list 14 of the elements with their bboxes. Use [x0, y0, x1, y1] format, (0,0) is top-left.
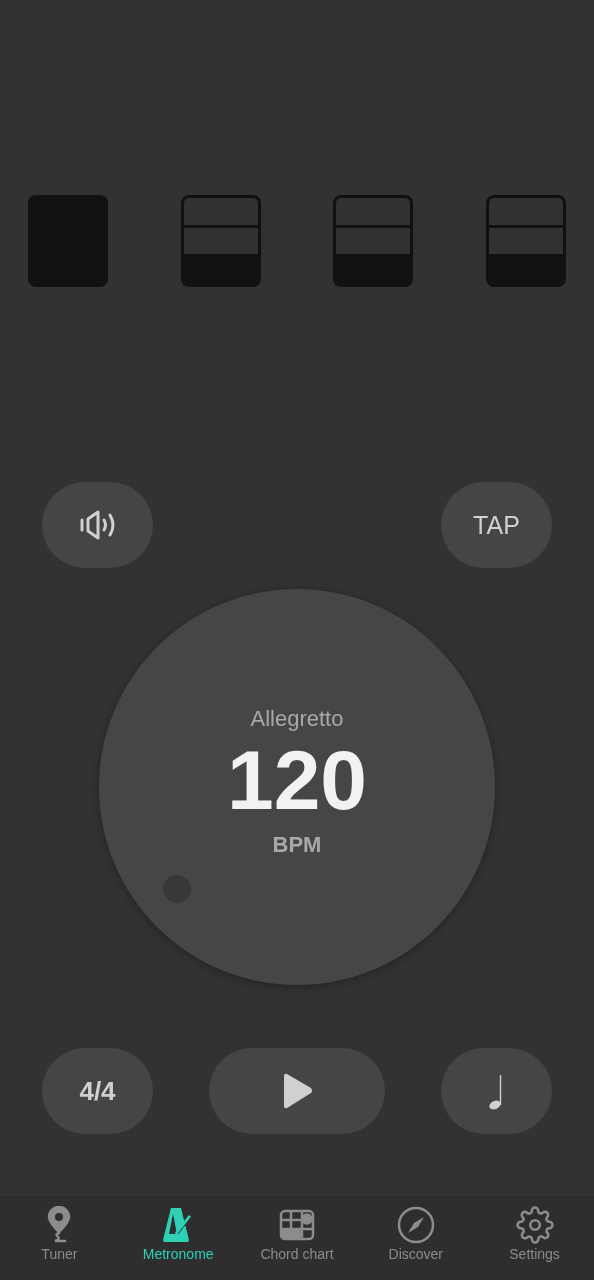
tempo-dial[interactable]: Allegretto 120 BPM [99, 589, 495, 985]
time-signature-button[interactable]: 4/4 [42, 1048, 153, 1134]
bpm-value: 120 [226, 738, 368, 822]
compass-icon [396, 1206, 435, 1244]
nav-tab[interactable]: Discover [356, 1198, 476, 1280]
bpm-unit: BPM [272, 832, 322, 858]
nav-tab[interactable]: Tuner [0, 1198, 119, 1280]
nav-tab[interactable]: Chord chart [237, 1198, 357, 1280]
tempo-name: Allegretto [250, 706, 344, 732]
speaker-icon [78, 509, 117, 541]
nav-tab[interactable]: Metronome [118, 1198, 238, 1280]
tap-button[interactable]: TAP [441, 482, 552, 568]
nav-tab[interactable]: Settings [475, 1198, 594, 1280]
settings-icon [515, 1206, 554, 1244]
